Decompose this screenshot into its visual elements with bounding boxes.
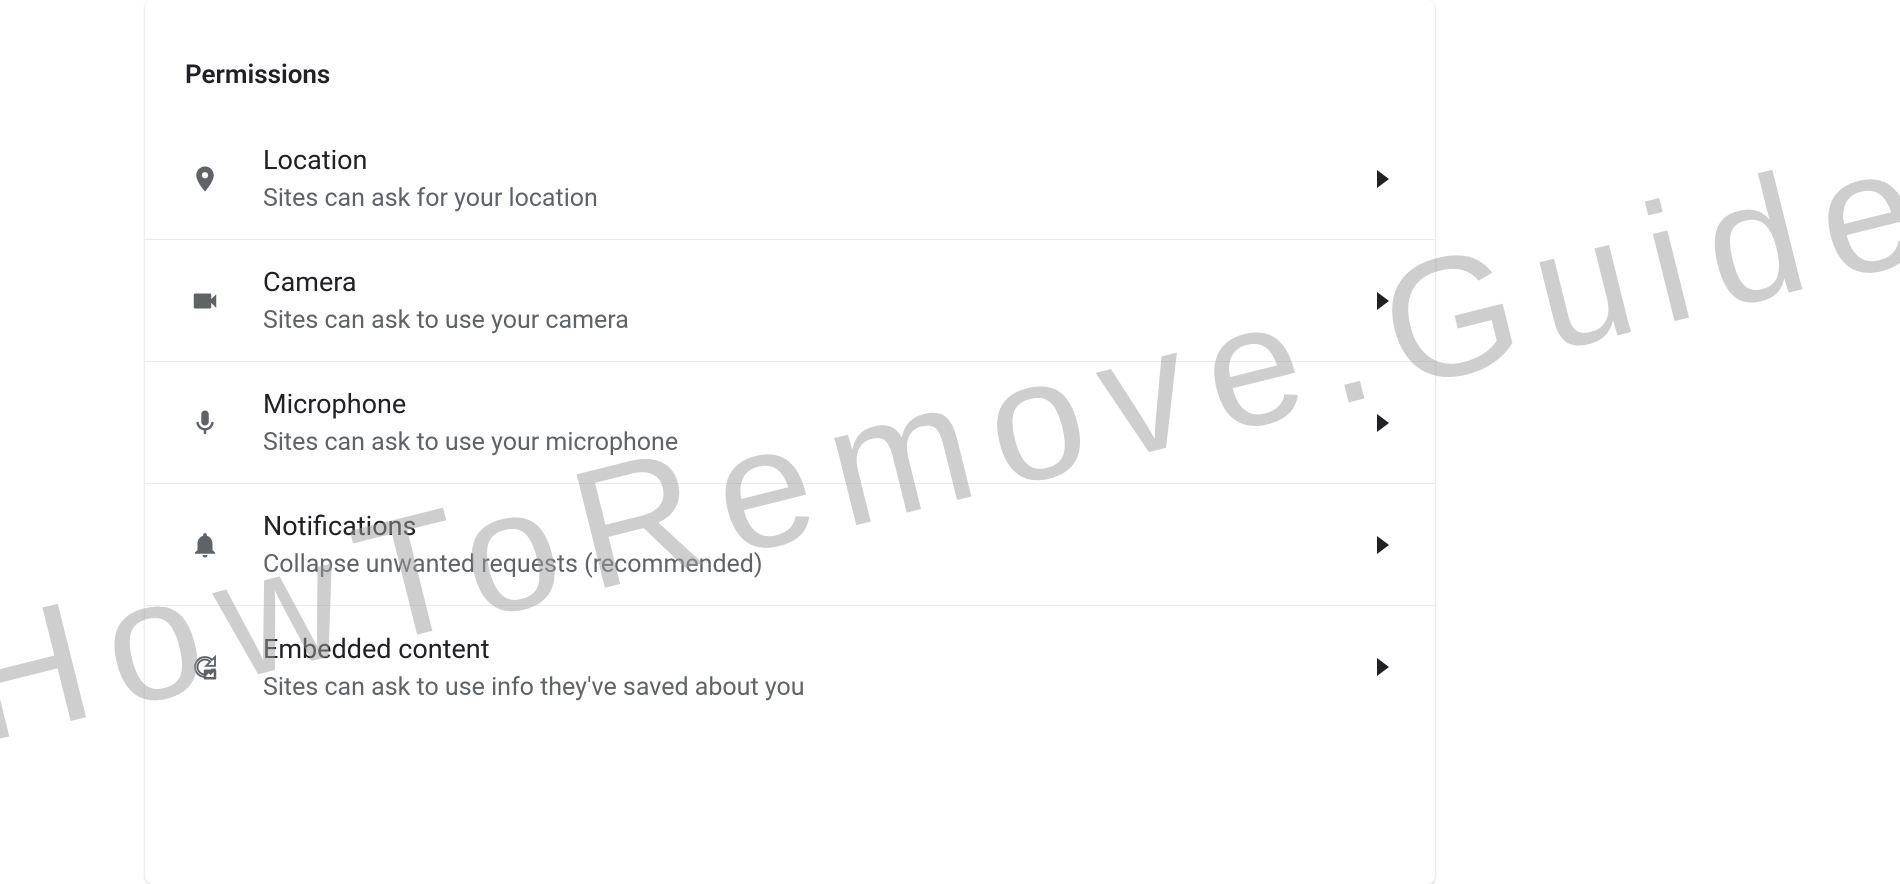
- permission-text: Notifications Collapse unwanted requests…: [263, 510, 1371, 579]
- bell-icon: [189, 529, 221, 561]
- permission-subtitle: Sites can ask for your location: [263, 184, 1371, 213]
- section-title: Permissions: [145, 0, 1435, 118]
- chevron-right-icon: [1371, 533, 1395, 557]
- permission-subtitle: Collapse unwanted requests (recommended): [263, 550, 1371, 579]
- permission-text: Embedded content Sites can ask to use in…: [263, 633, 1371, 702]
- permission-subtitle: Sites can ask to use your microphone: [263, 428, 1371, 457]
- camera-icon: [189, 285, 221, 317]
- permission-title: Camera: [263, 266, 1371, 298]
- permissions-card: Permissions Location Sites can ask for y…: [145, 0, 1435, 884]
- chevron-right-icon: [1371, 655, 1395, 679]
- chevron-right-icon: [1371, 289, 1395, 313]
- permission-text: Location Sites can ask for your location: [263, 144, 1371, 213]
- permission-text: Camera Sites can ask to use your camera: [263, 266, 1371, 335]
- chevron-right-icon: [1371, 411, 1395, 435]
- chevron-right-icon: [1371, 167, 1395, 191]
- permission-title: Microphone: [263, 388, 1371, 420]
- permission-row-microphone[interactable]: Microphone Sites can ask to use your mic…: [145, 362, 1435, 484]
- permission-row-notifications[interactable]: Notifications Collapse unwanted requests…: [145, 484, 1435, 606]
- location-icon: [189, 163, 221, 195]
- permission-text: Microphone Sites can ask to use your mic…: [263, 388, 1371, 457]
- microphone-icon: [189, 407, 221, 439]
- permission-title: Location: [263, 144, 1371, 176]
- permission-row-embedded-content[interactable]: Embedded content Sites can ask to use in…: [145, 606, 1435, 728]
- permission-row-camera[interactable]: Camera Sites can ask to use your camera: [145, 240, 1435, 362]
- permission-subtitle: Sites can ask to use info they've saved …: [263, 673, 1371, 702]
- permission-subtitle: Sites can ask to use your camera: [263, 306, 1371, 335]
- permission-title: Embedded content: [263, 633, 1371, 665]
- permission-row-location[interactable]: Location Sites can ask for your location: [145, 118, 1435, 240]
- embedded-content-icon: [189, 651, 221, 683]
- permission-title: Notifications: [263, 510, 1371, 542]
